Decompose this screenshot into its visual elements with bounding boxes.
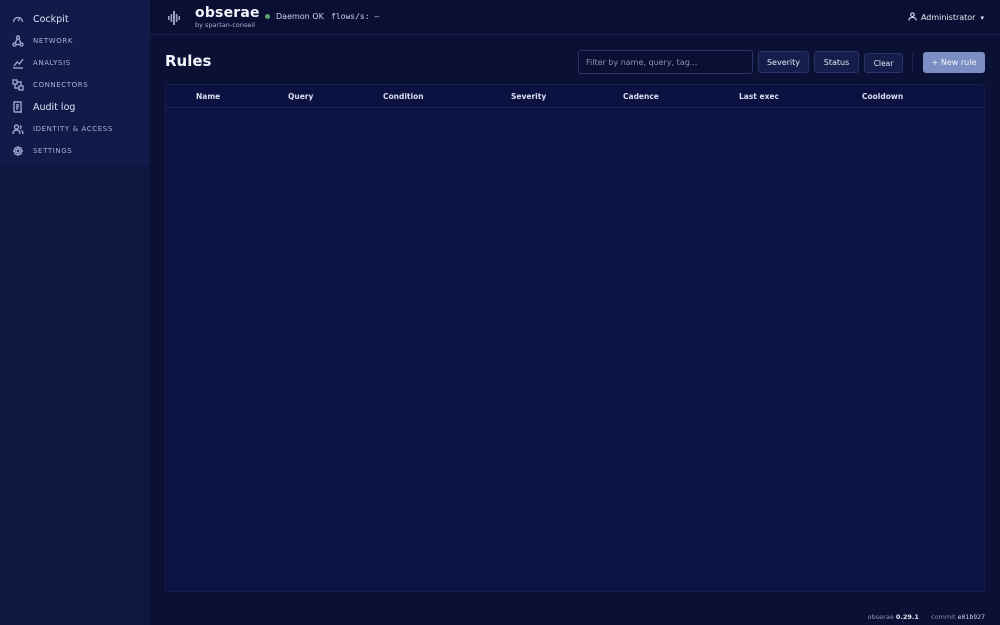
user-menu[interactable]: Administrator ▾ <box>908 12 984 23</box>
sidebar-nav: Cockpit NETWORK ANALYSIS CONNECTORS Audi… <box>0 0 150 166</box>
sidebar-item-label: CONNECTORS <box>33 81 89 89</box>
footer-version: obserae 0.29.1 <box>868 613 919 621</box>
sidebar-item-label: NETWORK <box>33 37 74 45</box>
page-title: Rules <box>165 52 212 70</box>
chevron-down-icon: ▾ <box>980 13 984 22</box>
sidebar-item-settings[interactable]: SETTINGS <box>0 140 150 162</box>
footer-commit-label: commit <box>930 613 956 621</box>
sidebar-item-connectors[interactable]: CONNECTORS <box>0 74 150 96</box>
column-header-name[interactable]: Name <box>196 92 220 101</box>
sidebar-item-analysis[interactable]: ANALYSIS <box>0 52 150 74</box>
users-icon <box>12 123 24 135</box>
flows-rate: flows/s: — <box>331 12 380 21</box>
sidebar-item-audit-log[interactable]: Audit log <box>0 96 150 118</box>
status-dot-icon <box>265 14 270 19</box>
footer-app-name: obserae <box>867 613 894 621</box>
connectors-icon <box>12 79 24 91</box>
app-root: Cockpit NETWORK ANALYSIS CONNECTORS Audi… <box>0 0 1000 625</box>
brand-subtitle: by spartan-conseil <box>195 21 255 29</box>
clear-filters-button[interactable]: Clear <box>864 53 903 73</box>
status-filter-button[interactable]: Status <box>814 51 859 73</box>
sidebar-item-label: ANALYSIS <box>33 59 71 67</box>
audit-log-icon <box>12 101 24 113</box>
user-icon <box>908 12 921 23</box>
rules-table: Name Query Condition Severity Cadence La… <box>165 84 985 592</box>
severity-filter-button[interactable]: Severity <box>758 51 809 73</box>
sidebar-item-label: IDENTITY & ACCESS <box>33 125 113 133</box>
new-rule-button[interactable]: + New rule <box>923 52 985 73</box>
main-content: Rules Severity Status Clear + New rule N… <box>150 35 1000 625</box>
footer-version-number: 0.29.1 <box>895 613 919 621</box>
logo-icon[interactable] <box>168 10 180 25</box>
column-header-severity[interactable]: Severity <box>511 92 546 101</box>
gauge-icon <box>12 13 24 25</box>
footer: obserae 0.29.1 commit e01b927 <box>868 613 985 621</box>
column-header-cooldown[interactable]: Cooldown <box>862 92 903 101</box>
column-header-query[interactable]: Query <box>288 92 313 101</box>
analysis-icon <box>12 57 24 69</box>
sidebar-item-label: Audit log <box>33 101 76 113</box>
sidebar: Cockpit NETWORK ANALYSIS CONNECTORS Audi… <box>0 0 150 625</box>
filter-input[interactable] <box>578 50 753 74</box>
user-name: Administrator <box>920 13 976 22</box>
topbar: obserae by spartan-conseil Daemon OK flo… <box>150 0 1000 35</box>
gear-icon <box>12 145 24 157</box>
daemon-status-text: Daemon OK <box>276 12 324 21</box>
sidebar-item-label: Cockpit <box>33 13 69 25</box>
footer-commit-hash: e01b927 <box>957 613 985 621</box>
column-header-cadence[interactable]: Cadence <box>623 92 659 101</box>
network-icon <box>12 35 24 47</box>
sidebar-item-label: SETTINGS <box>33 147 73 155</box>
sidebar-item-identity-access[interactable]: IDENTITY & ACCESS <box>0 118 150 140</box>
table-header: Name Query Condition Severity Cadence La… <box>166 85 984 108</box>
column-header-condition[interactable]: Condition <box>383 92 424 101</box>
brand-title[interactable]: obserae <box>195 5 260 21</box>
sidebar-item-cockpit[interactable]: Cockpit <box>0 8 150 30</box>
daemon-status: Daemon OK <box>265 12 324 21</box>
sidebar-item-network[interactable]: NETWORK <box>0 30 150 52</box>
footer-commit: commit e01b927 <box>931 613 985 621</box>
toolbar-divider <box>912 53 913 71</box>
column-header-last-exec[interactable]: Last exec <box>739 92 779 101</box>
